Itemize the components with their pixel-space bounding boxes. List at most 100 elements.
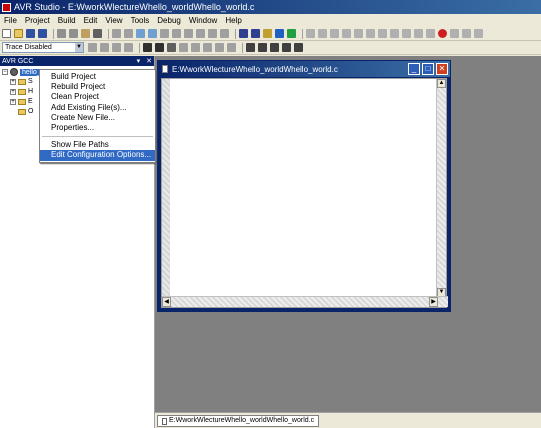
processor-view-icon[interactable] bbox=[143, 43, 152, 52]
bookmark-icon[interactable] bbox=[220, 29, 229, 38]
project-panel-header[interactable]: AVR GCC ▾ ✕ bbox=[0, 56, 154, 66]
memory-view-icon[interactable] bbox=[191, 43, 200, 52]
uncomment-icon[interactable] bbox=[208, 29, 217, 38]
run-to-cursor-icon[interactable] bbox=[342, 29, 351, 38]
cut-icon[interactable] bbox=[57, 29, 66, 38]
tree-node-label: E bbox=[28, 98, 33, 105]
tree-expand-icon[interactable]: + bbox=[10, 88, 16, 95]
minimize-button[interactable]: _ bbox=[408, 63, 420, 75]
panel-close-icon[interactable]: ✕ bbox=[146, 57, 152, 65]
tree-node-headers[interactable]: + H bbox=[10, 88, 33, 95]
window-layout-icon[interactable] bbox=[246, 43, 255, 52]
watch-icon[interactable] bbox=[426, 29, 435, 38]
quickwatch-icon[interactable] bbox=[462, 29, 471, 38]
menu-show-file-paths[interactable]: Show File Paths bbox=[40, 140, 155, 150]
horizontal-scrollbar[interactable]: ◀ ▶ bbox=[162, 296, 448, 307]
menu-file[interactable]: File bbox=[4, 16, 17, 25]
run-icon[interactable] bbox=[287, 29, 296, 38]
program-icon[interactable] bbox=[263, 29, 272, 38]
new-file-icon[interactable] bbox=[2, 29, 11, 38]
menu-clean-project[interactable]: Clean Project bbox=[40, 92, 155, 102]
tree-collapse-icon[interactable]: − bbox=[2, 69, 8, 75]
io-view-icon[interactable] bbox=[155, 43, 164, 52]
toggle-breakpoint-icon[interactable] bbox=[414, 29, 423, 38]
menu-build-project[interactable]: Build Project bbox=[40, 72, 155, 82]
undo-icon[interactable] bbox=[112, 29, 121, 38]
scroll-right-icon[interactable]: ▶ bbox=[429, 297, 438, 307]
document-tab[interactable]: E:WworkWlectureWhello_worldWhello_world.… bbox=[157, 415, 320, 427]
vertical-scrollbar[interactable]: ▲ ▼ bbox=[436, 79, 446, 297]
tree-expand-icon[interactable]: + bbox=[10, 78, 16, 85]
app-titlebar[interactable]: AVR Studio - E:WworkWlectureWhello_world… bbox=[0, 0, 541, 14]
menu-debug[interactable]: Debug bbox=[157, 16, 181, 25]
tree-node-external[interactable]: + E bbox=[10, 98, 33, 105]
tree-expand-icon[interactable]: + bbox=[10, 98, 16, 105]
window-close-icon[interactable] bbox=[282, 43, 291, 52]
replace-icon[interactable] bbox=[160, 29, 169, 38]
find-icon[interactable] bbox=[136, 29, 145, 38]
memory-icon[interactable] bbox=[474, 29, 483, 38]
register-icon[interactable] bbox=[179, 43, 188, 52]
step-out-icon[interactable] bbox=[330, 29, 339, 38]
comment-icon[interactable] bbox=[196, 29, 205, 38]
menu-edit-configuration-options[interactable]: Edit Configuration Options... bbox=[40, 150, 155, 161]
watch-view-icon[interactable] bbox=[203, 43, 212, 52]
chevron-down-icon[interactable]: ▼ bbox=[75, 43, 83, 52]
disassembler-icon[interactable] bbox=[167, 43, 176, 52]
connect-icon[interactable] bbox=[275, 29, 284, 38]
menu-window[interactable]: Window bbox=[189, 16, 217, 25]
maximize-button[interactable]: □ bbox=[422, 63, 434, 75]
break-icon[interactable] bbox=[378, 29, 387, 38]
folder-icon bbox=[18, 88, 26, 95]
close-button[interactable]: ✕ bbox=[436, 63, 448, 75]
find-in-files-icon[interactable] bbox=[148, 29, 157, 38]
print-icon[interactable] bbox=[93, 29, 102, 38]
code-editor[interactable]: ▲ ▼ ◀ ▶ bbox=[161, 78, 448, 308]
window-help-icon[interactable] bbox=[294, 43, 303, 52]
menu-help[interactable]: Help bbox=[225, 16, 241, 25]
menu-build[interactable]: Build bbox=[58, 16, 76, 25]
breakpoint-icon[interactable] bbox=[438, 29, 447, 38]
open-folder-icon[interactable] bbox=[14, 29, 23, 38]
menu-view[interactable]: View bbox=[105, 16, 122, 25]
stop-debug-icon[interactable] bbox=[390, 29, 399, 38]
step-into-icon[interactable] bbox=[306, 29, 315, 38]
menu-properties[interactable]: Properties... bbox=[40, 123, 155, 133]
locals-icon[interactable] bbox=[215, 43, 224, 52]
tree-node-sources[interactable]: + S bbox=[10, 78, 33, 85]
editor-window[interactable]: E:WworkWlectureWhello_worldWhello_world.… bbox=[157, 60, 451, 312]
show-next-statement-icon[interactable] bbox=[366, 29, 375, 38]
output-icon[interactable] bbox=[227, 43, 236, 52]
window-cascade-icon[interactable] bbox=[258, 43, 267, 52]
reset-icon[interactable] bbox=[354, 29, 363, 38]
compile-icon[interactable] bbox=[251, 29, 260, 38]
menu-rebuild-project[interactable]: Rebuild Project bbox=[40, 82, 155, 92]
window-tile-icon[interactable] bbox=[270, 43, 279, 52]
menu-add-existing-files[interactable]: Add Existing File(s)... bbox=[40, 103, 155, 113]
auto-step-icon[interactable] bbox=[402, 29, 411, 38]
trace-clear-icon[interactable] bbox=[124, 43, 133, 52]
build-icon[interactable] bbox=[239, 29, 248, 38]
menu-edit[interactable]: Edit bbox=[84, 16, 98, 25]
paste-icon[interactable] bbox=[81, 29, 90, 38]
indent-icon[interactable] bbox=[172, 29, 181, 38]
redo-icon[interactable] bbox=[124, 29, 133, 38]
panel-pin-icon[interactable]: ▾ bbox=[137, 57, 141, 65]
menu-project[interactable]: Project bbox=[25, 16, 50, 25]
scroll-left-icon[interactable]: ◀ bbox=[162, 297, 171, 307]
menu-create-new-file[interactable]: Create New File... bbox=[40, 113, 155, 123]
trace-prev-icon[interactable] bbox=[112, 43, 121, 52]
scroll-up-icon[interactable]: ▲ bbox=[437, 79, 446, 88]
outdent-icon[interactable] bbox=[184, 29, 193, 38]
clear-breakpoints-icon[interactable] bbox=[450, 29, 459, 38]
trace-next-icon[interactable] bbox=[100, 43, 109, 52]
trace-select[interactable]: Trace Disabled ▼ bbox=[2, 42, 84, 53]
tree-node-other[interactable]: O bbox=[18, 108, 33, 115]
copy-icon[interactable] bbox=[69, 29, 78, 38]
save-icon[interactable] bbox=[26, 29, 35, 38]
editor-titlebar[interactable]: E:WworkWlectureWhello_worldWhello_world.… bbox=[158, 61, 450, 77]
step-over-icon[interactable] bbox=[318, 29, 327, 38]
save-all-icon[interactable] bbox=[38, 29, 47, 38]
menu-tools[interactable]: Tools bbox=[131, 16, 150, 25]
trace-icon[interactable] bbox=[88, 43, 97, 52]
